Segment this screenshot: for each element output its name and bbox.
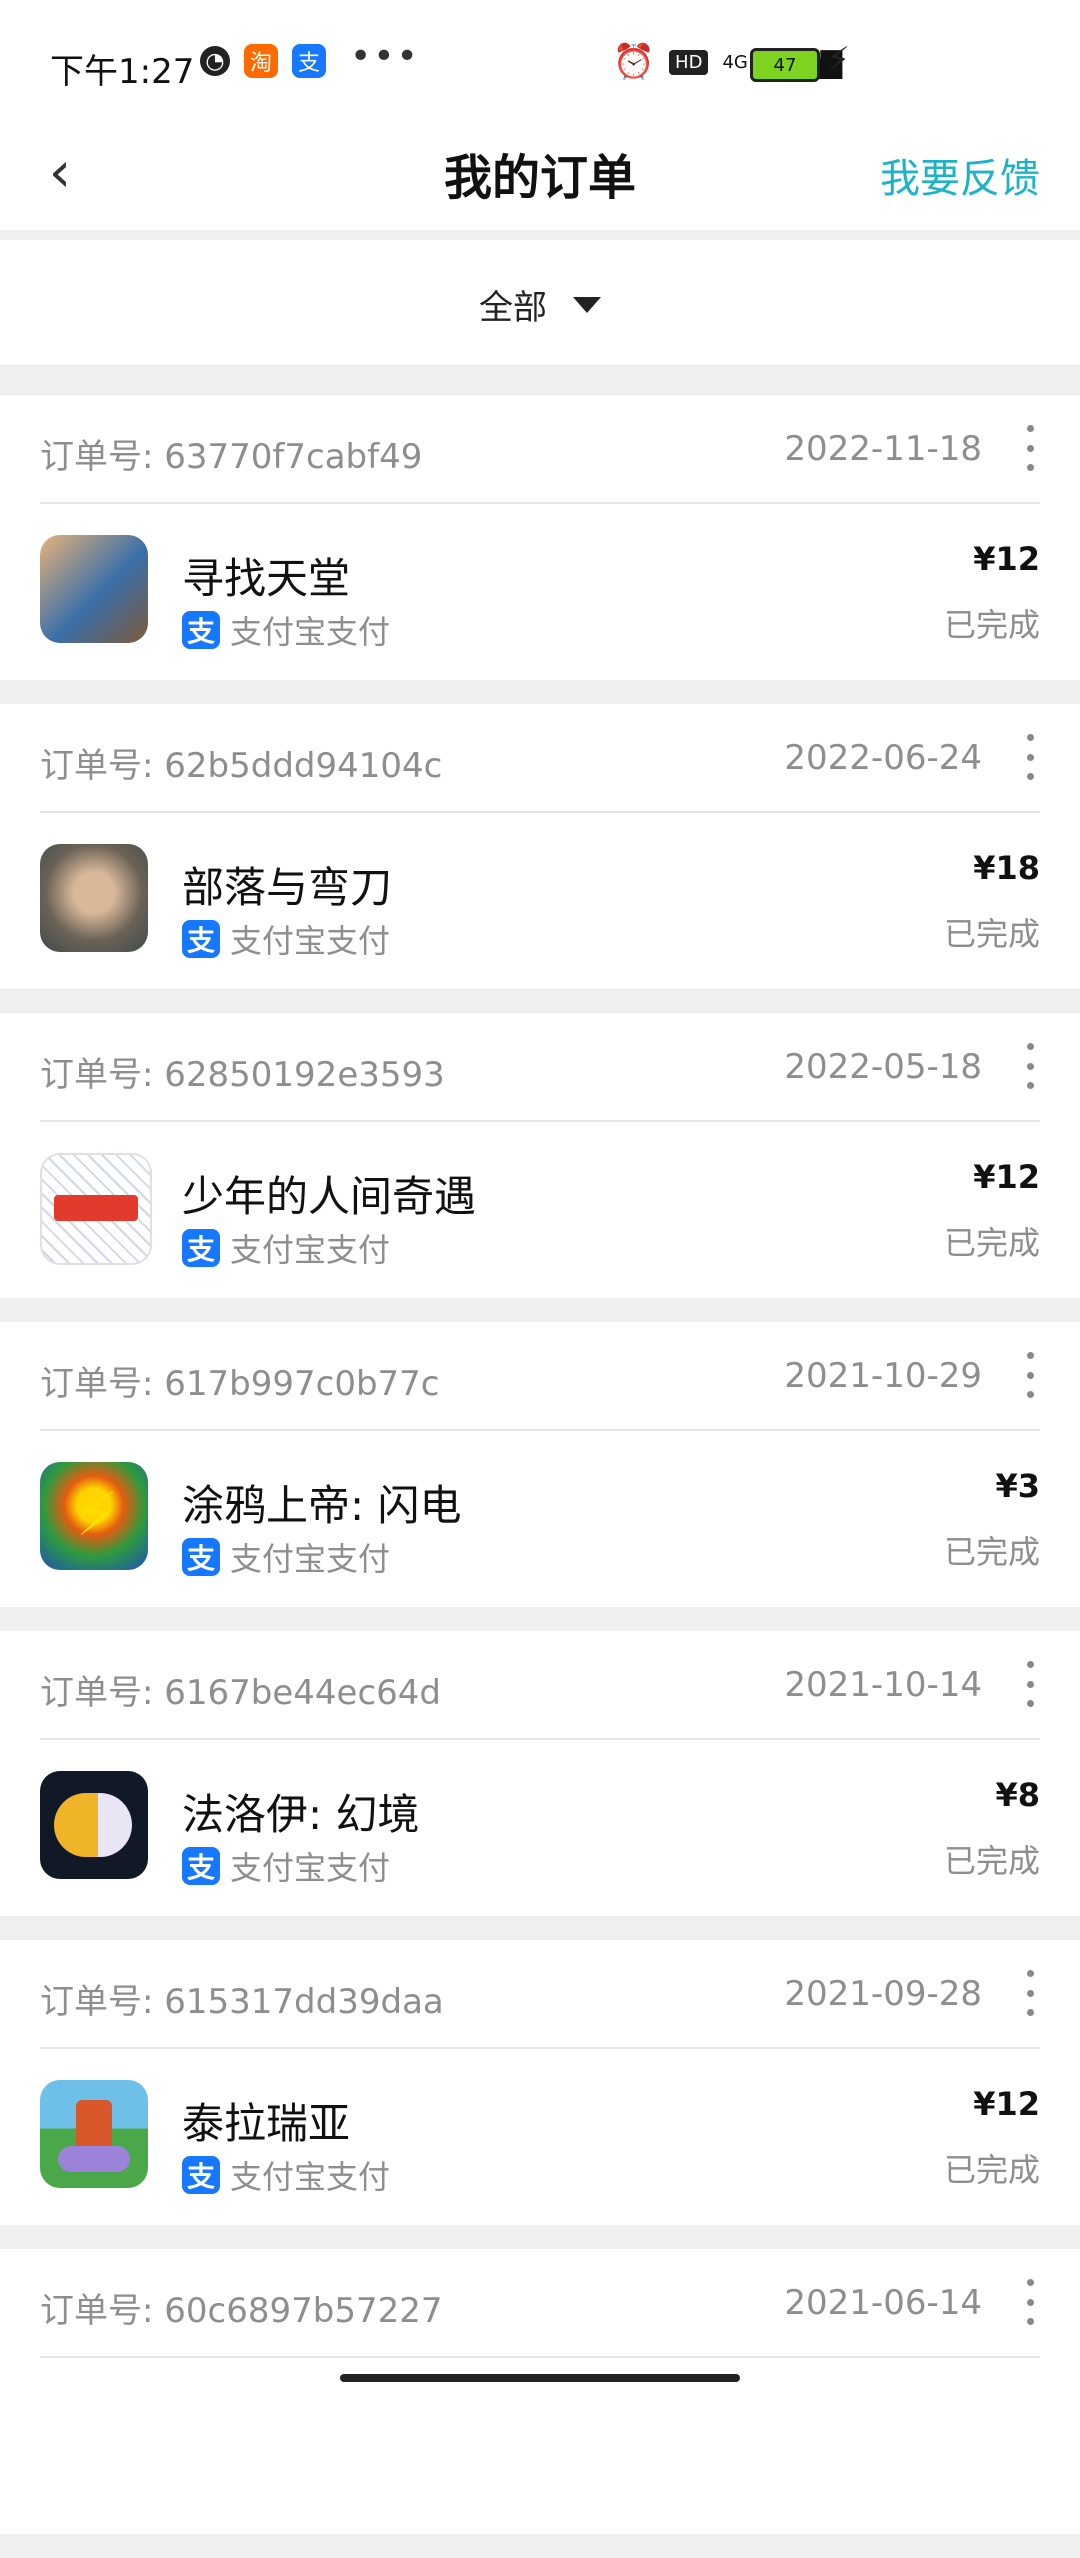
order-price: ¥8 <box>995 1776 1040 1814</box>
order-header: 订单号: 617b997c0b77c 2021-10-29 <box>40 1322 1040 1431</box>
app-name: 寻找天堂 <box>182 554 351 603</box>
payment-method: 支 支付宝支付 <box>182 916 390 962</box>
order-header: 订单号: 60c6897b57227 2021-06-14 <box>40 2249 1040 2358</box>
order-date: 2022-11-18 <box>784 429 982 469</box>
alipay-icon: 支 <box>182 1229 220 1267</box>
order-card[interactable]: 订单号: 62b5ddd94104c 2022-06-24 部落与弯刀 支 支付… <box>0 704 1080 989</box>
alipay-status-icon: 支 <box>292 44 326 78</box>
more-options-icon[interactable] <box>1020 1970 1040 2016</box>
filter-label: 全部 <box>479 288 547 328</box>
order-status: 已完成 <box>943 915 1040 953</box>
order-price: ¥3 <box>995 1467 1040 1505</box>
feedback-button[interactable]: 我要反馈 <box>880 146 1040 204</box>
order-date: 2022-06-24 <box>784 738 982 778</box>
order-number: 订单号: 62b5ddd94104c <box>40 746 443 786</box>
order-price: ¥18 <box>973 849 1040 887</box>
app-name: 涂鸦上帝: 闪电 <box>182 1481 462 1530</box>
charging-icon: ⚡ <box>826 40 850 80</box>
home-indicator[interactable] <box>340 2374 740 2382</box>
order-card[interactable]: 订单号: 62850192e3593 2022-05-18 少年的人间奇遇 支 … <box>0 1013 1080 1298</box>
alarm-icon: ⏰ <box>612 42 656 82</box>
alipay-icon: 支 <box>182 611 220 649</box>
order-status: 已完成 <box>943 606 1040 644</box>
alipay-icon: 支 <box>182 1538 220 1576</box>
navigation-bar: ‹ 我的订单 我要反馈 <box>0 110 1080 230</box>
order-header: 订单号: 6167be44ec64d 2021-10-14 <box>40 1631 1040 1740</box>
order-status: 已完成 <box>943 2151 1040 2189</box>
order-date: 2022-05-18 <box>784 1047 982 1087</box>
payment-method: 支 支付宝支付 <box>182 607 390 653</box>
clock-app-icon: ◔ <box>200 46 230 76</box>
order-header: 订单号: 615317dd39daa 2021-09-28 <box>40 1940 1040 2049</box>
order-date: 2021-06-14 <box>784 2283 982 2323</box>
caret-down-icon <box>573 296 601 313</box>
payment-label: 支付宝支付 <box>230 1540 391 1578</box>
order-header: 订单号: 62850192e3593 2022-05-18 <box>40 1013 1040 1122</box>
payment-label: 支付宝支付 <box>230 1231 391 1269</box>
order-list: 订单号: 63770f7cabf49 2022-11-18 寻找天堂 支 支付宝… <box>0 395 1080 2558</box>
app-name: 部落与弯刀 <box>182 863 393 912</box>
payment-label: 支付宝支付 <box>230 1849 391 1887</box>
network-type: 4G <box>722 51 748 73</box>
order-card[interactable]: 订单号: 63770f7cabf49 2022-11-18 寻找天堂 支 支付宝… <box>0 395 1080 680</box>
alipay-icon: 支 <box>182 1847 220 1885</box>
app-icon <box>40 2080 148 2188</box>
order-number: 订单号: 63770f7cabf49 <box>40 437 423 477</box>
order-price: ¥12 <box>973 1158 1040 1196</box>
order-header: 订单号: 62b5ddd94104c 2022-06-24 <box>40 704 1040 813</box>
order-status: 已完成 <box>943 1533 1040 1571</box>
order-number: 订单号: 617b997c0b77c <box>40 1364 440 1404</box>
more-options-icon[interactable] <box>1020 1043 1040 1089</box>
app-name: 少年的人间奇遇 <box>182 1172 477 1221</box>
order-number: 订单号: 60c6897b57227 <box>40 2291 443 2331</box>
filter-dropdown[interactable]: 全部 <box>0 280 1080 329</box>
order-status: 已完成 <box>943 1842 1040 1880</box>
payment-label: 支付宝支付 <box>230 922 391 960</box>
order-date: 2021-10-29 <box>784 1356 982 1396</box>
more-options-icon[interactable] <box>1020 734 1040 780</box>
filter-bar: 全部 <box>0 240 1080 365</box>
more-options-icon[interactable] <box>1020 2279 1040 2325</box>
payment-label: 支付宝支付 <box>230 2158 391 2196</box>
more-options-icon[interactable] <box>1020 1352 1040 1398</box>
order-card[interactable]: 订单号: 6167be44ec64d 2021-10-14 法洛伊: 幻境 支 … <box>0 1631 1080 1916</box>
order-card[interactable]: 订单号: 615317dd39daa 2021-09-28 泰拉瑞亚 支 支付宝… <box>0 1940 1080 2225</box>
app-name: 法洛伊: 幻境 <box>182 1790 420 1839</box>
battery-icon: 47 <box>750 48 820 82</box>
order-date: 2021-09-28 <box>784 1974 982 2014</box>
order-card[interactable]: 订单号: 60c6897b57227 2021-06-14 <box>0 2249 1080 2534</box>
payment-label: 支付宝支付 <box>230 613 391 651</box>
more-options-icon[interactable] <box>1020 1661 1040 1707</box>
order-card[interactable]: 订单号: 617b997c0b77c 2021-10-29 ⚡ 涂鸦上帝: 闪电… <box>0 1322 1080 1607</box>
taobao-icon: 淘 <box>244 44 278 78</box>
order-price: ¥12 <box>973 540 1040 578</box>
order-number: 订单号: 6167be44ec64d <box>40 1673 442 1713</box>
alipay-icon: 支 <box>182 2156 220 2194</box>
app-icon <box>40 535 148 643</box>
payment-method: 支 支付宝支付 <box>182 2152 390 2198</box>
hd-icon: HD <box>669 49 709 75</box>
payment-method: 支 支付宝支付 <box>182 1534 390 1580</box>
order-price: ¥12 <box>973 2085 1040 2123</box>
app-icon <box>40 1153 152 1265</box>
order-header: 订单号: 63770f7cabf49 2022-11-18 <box>40 395 1040 504</box>
app-icon: ⚡ <box>40 1462 148 1570</box>
payment-method: 支 支付宝支付 <box>182 1843 390 1889</box>
payment-method: 支 支付宝支付 <box>182 1225 390 1271</box>
order-status: 已完成 <box>943 1224 1040 1262</box>
more-options-icon[interactable] <box>1020 425 1040 471</box>
app-icon <box>40 1771 148 1879</box>
order-number: 订单号: 62850192e3593 <box>40 1055 445 1095</box>
alipay-icon: 支 <box>182 920 220 958</box>
app-name: 泰拉瑞亚 <box>182 2099 351 2148</box>
order-number: 订单号: 615317dd39daa <box>40 1982 444 2022</box>
more-notifications-icon: ••• <box>350 36 420 77</box>
notification-icons: ◔ 淘 支 <box>200 44 326 78</box>
status-time: 下午1:27 <box>50 52 195 92</box>
order-date: 2021-10-14 <box>784 1665 982 1705</box>
app-icon <box>40 844 148 952</box>
